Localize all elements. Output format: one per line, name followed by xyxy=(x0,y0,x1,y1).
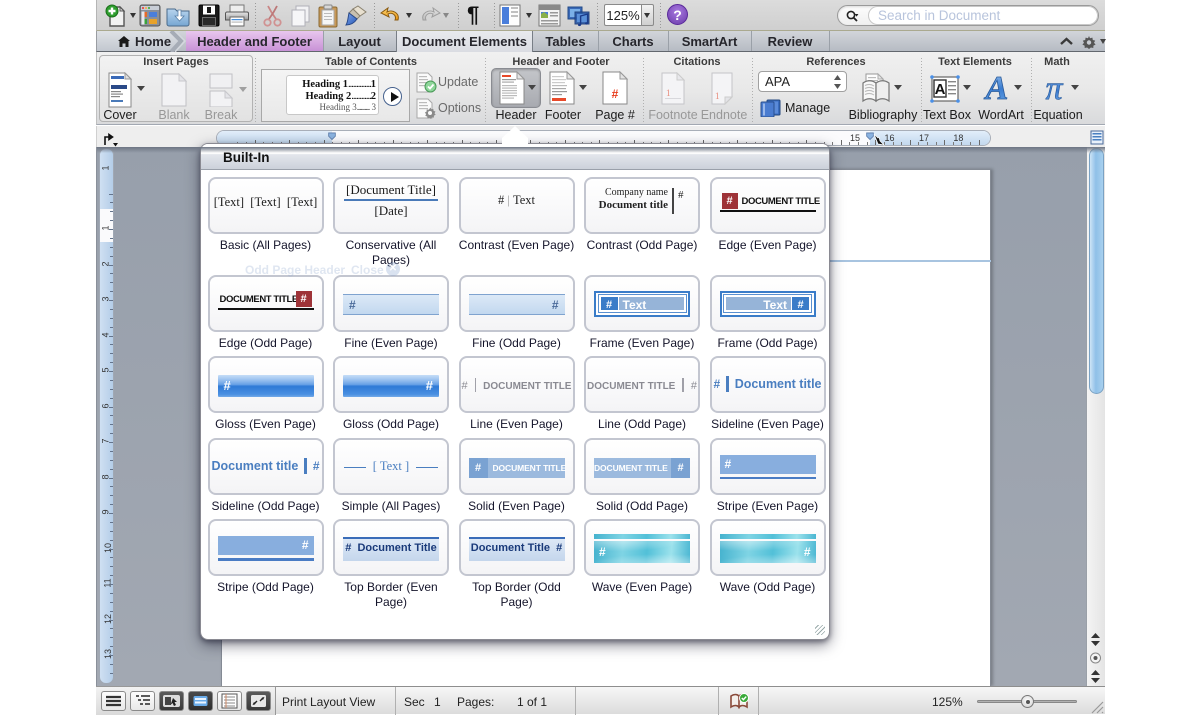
svg-text:#: # xyxy=(612,87,619,101)
svg-text:1: 1 xyxy=(666,88,671,98)
svg-text:π: π xyxy=(1045,71,1063,105)
svg-text:A: A xyxy=(984,72,1009,104)
svg-text:1: 1 xyxy=(715,91,720,101)
svg-text:A: A xyxy=(935,81,946,98)
